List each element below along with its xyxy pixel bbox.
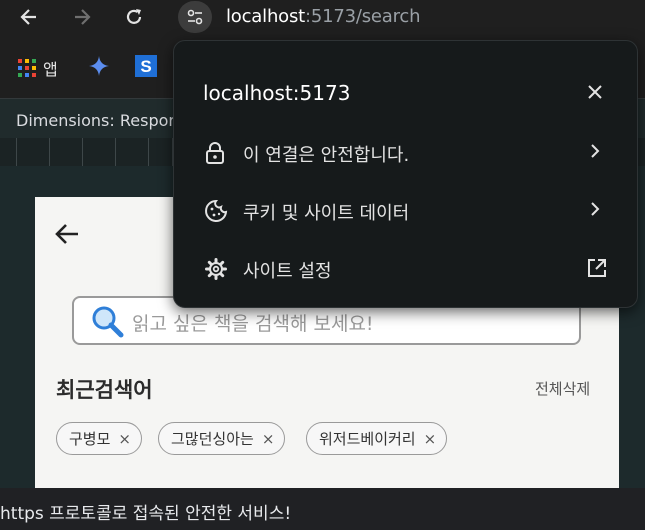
- recent-chip[interactable]: 위저드베이커리 ×: [306, 422, 448, 455]
- popup-close-button[interactable]: [584, 81, 606, 103]
- bookmark-s[interactable]: S: [135, 55, 157, 77]
- bookmark-apps[interactable]: 앱: [17, 56, 58, 80]
- url-path: :5173/search: [305, 6, 421, 27]
- site-info-button[interactable]: [178, 1, 212, 33]
- close-icon[interactable]: ×: [424, 430, 437, 448]
- status-bar: https 프로토콜로 접속된 안전한 서비스!: [0, 488, 645, 530]
- page-back-button[interactable]: [54, 223, 80, 245]
- close-icon[interactable]: ×: [118, 430, 131, 448]
- connection-secure-label: 이 연결은 안전합니다.: [243, 145, 410, 166]
- cookies-site-data-label: 쿠키 및 사이트 데이터: [243, 203, 410, 224]
- bookmark-gemini[interactable]: [89, 56, 109, 76]
- close-icon: [588, 85, 602, 99]
- cookie-icon: [205, 199, 228, 222]
- recent-chip[interactable]: 그많던싱아는 ×: [158, 422, 286, 455]
- url-host: localhost: [226, 6, 305, 27]
- chevron-right-icon: [591, 202, 600, 216]
- search-input[interactable]: 읽고 싶은 책을 검색해 보세요!: [132, 309, 374, 336]
- s-logo-icon: S: [135, 55, 157, 77]
- arrow-left-icon: [20, 9, 36, 25]
- recent-chip-label: 그많던싱아는: [171, 430, 254, 448]
- svg-text:S: S: [140, 57, 151, 76]
- recent-chip-label: 위저드베이커리: [319, 430, 416, 448]
- forward-button[interactable]: [68, 3, 96, 31]
- open-in-new-icon: [588, 259, 606, 277]
- status-text: https 프로토콜로 접속된 안전한 서비스!: [0, 504, 292, 524]
- reload-icon: [126, 9, 142, 24]
- gemini-star-icon: [89, 56, 109, 76]
- site-settings-label: 사이트 설정: [243, 261, 332, 282]
- cookies-site-data-item[interactable]: 쿠키 및 사이트 데이터: [174, 185, 637, 235]
- chevron-right-icon: [591, 144, 600, 158]
- close-icon[interactable]: ×: [262, 430, 275, 448]
- lock-icon: [206, 142, 224, 164]
- recent-chip-label: 구병모: [69, 430, 111, 448]
- arrow-right-icon: [75, 9, 91, 25]
- apps-grid-icon: [18, 59, 36, 77]
- recent-searches-title: 최근검색어: [56, 378, 153, 402]
- site-info-popup: localhost:5173 이 연결은 안전합니다. 쿠키 및 사이트 데이터: [173, 40, 638, 308]
- browser-toolbar: localhost:5173/search: [0, 0, 645, 34]
- connection-secure-item[interactable]: 이 연결은 안전합니다.: [174, 127, 637, 177]
- reload-button[interactable]: [120, 3, 148, 31]
- arrow-left-icon: [55, 224, 78, 244]
- gear-icon: [205, 258, 227, 280]
- dimensions-dropdown[interactable]: Dimensions: Respor: [16, 111, 175, 130]
- back-button[interactable]: [15, 3, 43, 31]
- clear-all-button[interactable]: 전체삭제: [535, 378, 590, 399]
- bookmark-apps-label: 앱: [43, 60, 58, 79]
- search-icon: [92, 306, 124, 338]
- site-settings-item[interactable]: 사이트 설정: [174, 243, 637, 293]
- recent-chip[interactable]: 구병모 ×: [56, 422, 142, 455]
- tune-icon: [187, 9, 203, 25]
- popup-title: localhost:5173: [203, 81, 351, 105]
- address-bar[interactable]: localhost:5173/search: [226, 6, 421, 27]
